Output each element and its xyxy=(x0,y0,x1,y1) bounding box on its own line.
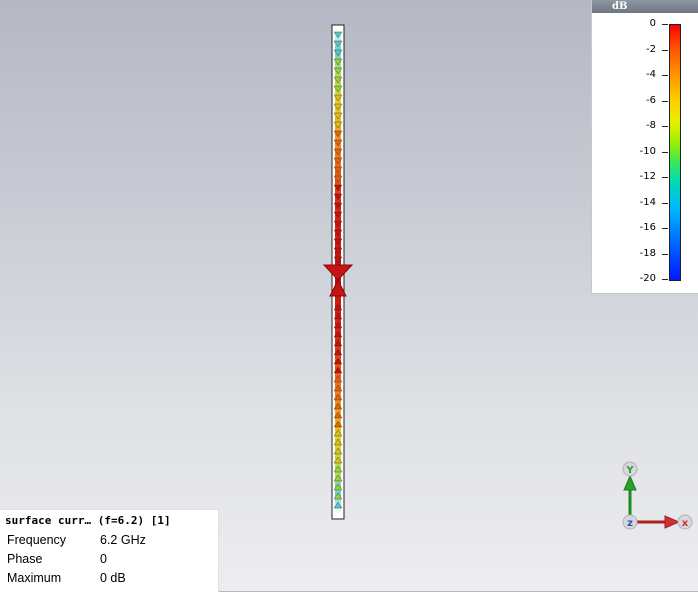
legend-tick-mark xyxy=(662,177,668,178)
legend-tick-mark xyxy=(662,151,668,153)
maximum-label: Maximum xyxy=(7,571,62,585)
legend-tick-label: -8 xyxy=(646,120,656,131)
legend-tick-label: 0 xyxy=(649,18,656,29)
legend-tick-mark xyxy=(662,75,668,76)
frequency-label: Frequency xyxy=(7,533,67,547)
legend-tick-label: -20 xyxy=(639,273,656,284)
phase-value: 0 xyxy=(100,552,107,566)
antenna-strip[interactable] xyxy=(322,24,354,520)
result-title: surface curr… (f=6.2) [1] xyxy=(5,514,171,527)
legend-tick-label: -14 xyxy=(639,196,656,208)
legend-unit-label: dB xyxy=(592,0,698,13)
legend-tick-mark xyxy=(662,100,668,102)
legend-tick-mark xyxy=(662,24,668,25)
axis-x-label: x xyxy=(682,518,689,529)
legend-tick-mark xyxy=(662,202,668,204)
legend-colorbar xyxy=(669,24,681,281)
legend-tick-mark xyxy=(662,49,668,51)
legend-tick-label: -6 xyxy=(646,94,656,106)
axis-triad[interactable]: Y z x xyxy=(615,458,695,534)
axis-y-label: Y xyxy=(625,465,634,476)
legend-tick-label: -16 xyxy=(639,222,656,233)
legend-tick-label: -12 xyxy=(639,171,656,182)
result-info-panel: surface curr… (f=6.2) [1] Frequency 6.2 … xyxy=(0,509,219,592)
maximum-value: 0 dB xyxy=(100,571,126,585)
legend-tick-mark xyxy=(662,279,668,280)
legend-tick-mark xyxy=(662,253,668,255)
phase-label: Phase xyxy=(7,552,43,566)
legend-tick-label: -10 xyxy=(639,145,656,157)
legend-tick-mark xyxy=(662,228,668,229)
legend-tick-mark xyxy=(662,126,668,127)
axis-z-label: z xyxy=(627,518,633,529)
legend-tick-label: -18 xyxy=(639,247,656,259)
legend-tick-label: -4 xyxy=(646,69,656,80)
legend-tick-label: -2 xyxy=(646,43,656,55)
frequency-value: 6.2 GHz xyxy=(100,533,146,547)
feed-arrow-down xyxy=(322,264,354,281)
color-legend[interactable]: dB 0 -2 -4 -6 -8 -10 -12 -14 -16 -18 -20 xyxy=(591,0,698,294)
